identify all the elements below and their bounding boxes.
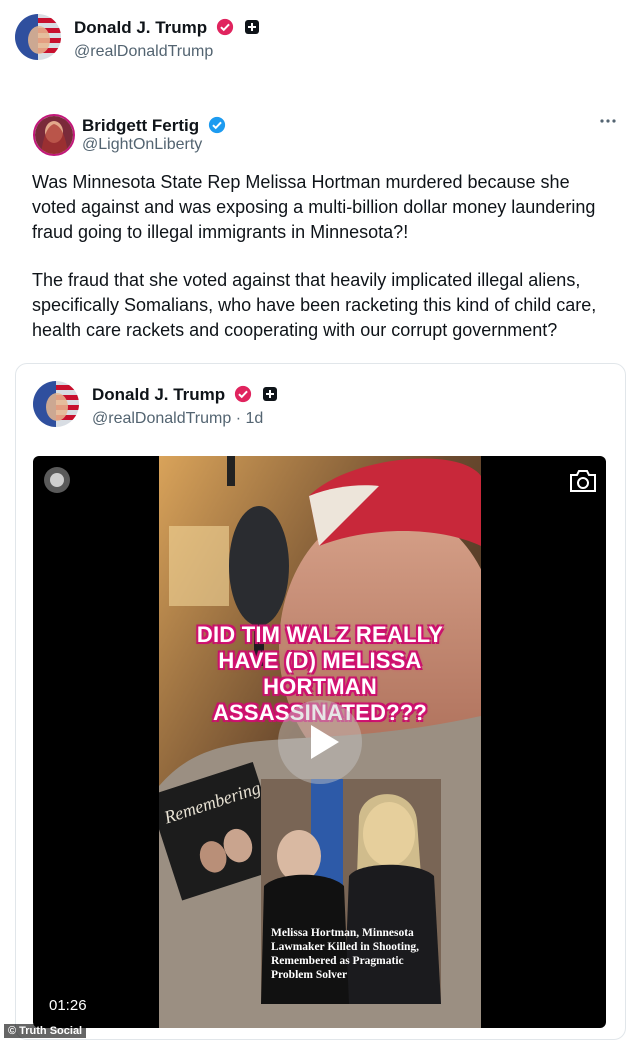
author-name[interactable]: Donald J. Trump <box>74 18 207 37</box>
more-icon[interactable] <box>598 114 618 128</box>
verified-badge-icon <box>234 385 251 403</box>
video-timecode: 01:26 <box>45 996 91 1015</box>
quoted-post-text-2: The fraud that she voted against that he… <box>32 270 597 340</box>
play-button[interactable] <box>278 700 362 784</box>
watermark: © Truth Social <box>4 1024 87 1038</box>
plus-square-icon <box>245 20 260 34</box>
quoted-author-avatar[interactable] <box>33 114 75 156</box>
quoted-author-name[interactable]: Bridgett Fertig <box>82 116 199 135</box>
author-handle[interactable]: @realDonaldTrump <box>74 43 213 61</box>
record-icon[interactable] <box>42 465 72 495</box>
video-player[interactable]: Remembering DID TIM WALZ REALLY HAVE (D)… <box>33 456 606 1028</box>
verified-badge-icon <box>208 116 225 134</box>
nested-author-handle-time[interactable]: @realDonaldTrump · 1d <box>92 410 263 428</box>
video-news-caption: Melissa Hortman, Minnesota Lawmaker Kill… <box>271 927 420 981</box>
quoted-post-text-1: Was Minnesota State Rep Melissa Hortman … <box>32 172 596 242</box>
verified-badge-icon <box>216 18 233 36</box>
nested-author-name[interactable]: Donald J. Trump <box>92 385 225 404</box>
camera-icon[interactable] <box>568 468 598 494</box>
nested-author-avatar[interactable] <box>33 381 79 427</box>
author-avatar[interactable] <box>15 14 61 60</box>
quoted-author-handle[interactable]: @LightOnLiberty <box>82 136 202 154</box>
plus-square-icon <box>263 387 278 401</box>
play-icon <box>311 725 339 759</box>
